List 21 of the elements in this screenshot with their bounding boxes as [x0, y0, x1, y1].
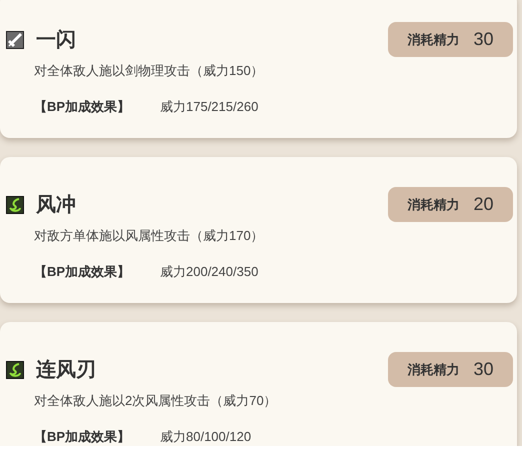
skill-description: 对全体敌人施以剑物理攻击（威力150）	[34, 62, 265, 80]
bp-bonus-value: 威力200/240/350	[160, 262, 258, 280]
bp-bonus-value: 威力80/100/120	[160, 428, 252, 446]
cost-value: 30	[473, 358, 494, 381]
skill-description: 对全体敌人施以2次风属性攻击（威力70）	[34, 392, 278, 410]
cost-label: 消耗精力	[407, 360, 460, 379]
cost-value: 20	[473, 193, 494, 216]
cost-label: 消耗精力	[407, 196, 460, 214]
skill-description: 对敌方单体施以风属性攻击（威力170）	[34, 227, 265, 245]
bp-bonus-label: 【BP加成效果】	[34, 262, 132, 280]
wind-swirl-icon	[6, 360, 24, 378]
skill-name: 一闪	[36, 28, 76, 52]
skill-name: 连风刃	[36, 358, 96, 382]
bp-bonus-label: 【BP加成效果】	[34, 98, 132, 116]
cost-label: 消耗精力	[407, 30, 460, 49]
cost-value: 30	[473, 28, 494, 51]
sword-icon	[6, 30, 24, 48]
bp-bonus-value: 威力175/215/260	[160, 98, 258, 116]
bp-bonus-label: 【BP加成效果】	[34, 428, 132, 446]
skill-name: 风冲	[36, 192, 76, 218]
wind-swirl-icon	[6, 196, 24, 214]
